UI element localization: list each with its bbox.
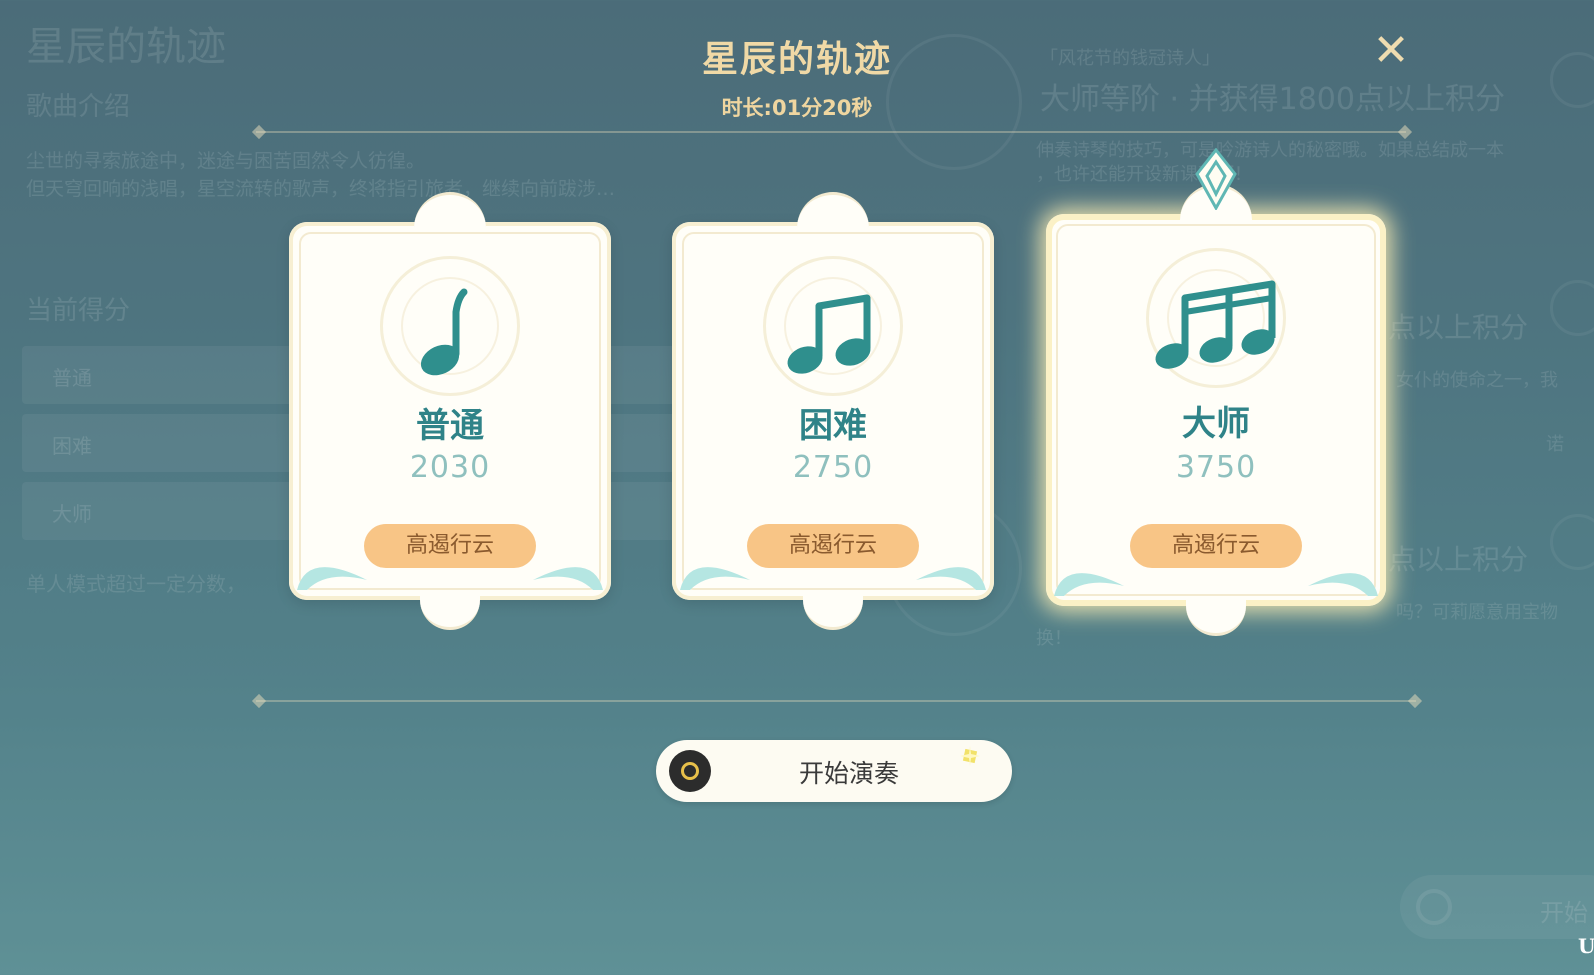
rating-badge: 高遏行云 [747, 524, 919, 568]
difficulty-score: 2030 [409, 450, 491, 485]
beamed-three-notes-icon [1155, 280, 1276, 369]
wave-ornament [680, 567, 750, 590]
rating-badge: 高遏行云 [1130, 524, 1302, 568]
difficulty-card-master[interactable]: 大师 3750 高遏行云 [1046, 184, 1386, 636]
song-title: 星辰的轨迹 [701, 39, 892, 80]
difficulty-score: 2750 [792, 450, 874, 485]
difficulty-score: 3750 [1175, 450, 1257, 485]
bottom-divider [256, 700, 1416, 702]
wave-ornament [1308, 573, 1378, 596]
rating-badge: 高遏行云 [364, 524, 536, 568]
difficulty-card-normal[interactable]: 普通 2030 高遏行云 [289, 192, 611, 630]
wave-ornament [916, 567, 986, 590]
difficulty-name: 困难 [799, 406, 867, 446]
close-icon[interactable]: ✕ [1370, 29, 1412, 73]
wave-ornament [533, 567, 603, 590]
top-divider [256, 131, 1406, 133]
single-note-icon [420, 288, 468, 376]
corner-glyph: U [1578, 934, 1594, 958]
beamed-two-notes-icon [787, 294, 871, 374]
sparkle-icon [960, 746, 980, 766]
selection-gem-icon [1195, 148, 1237, 210]
start-performance-button[interactable]: 开始演奏 [656, 740, 1012, 802]
wave-ornament [297, 567, 367, 590]
difficulty-name: 大师 [1182, 404, 1250, 444]
song-duration: 时长:01分20秒 [721, 96, 873, 120]
difficulty-card-hard[interactable]: 困难 2750 高遏行云 [672, 192, 994, 630]
difficulty-name: 普通 [416, 406, 484, 446]
wave-ornament [1054, 573, 1124, 596]
